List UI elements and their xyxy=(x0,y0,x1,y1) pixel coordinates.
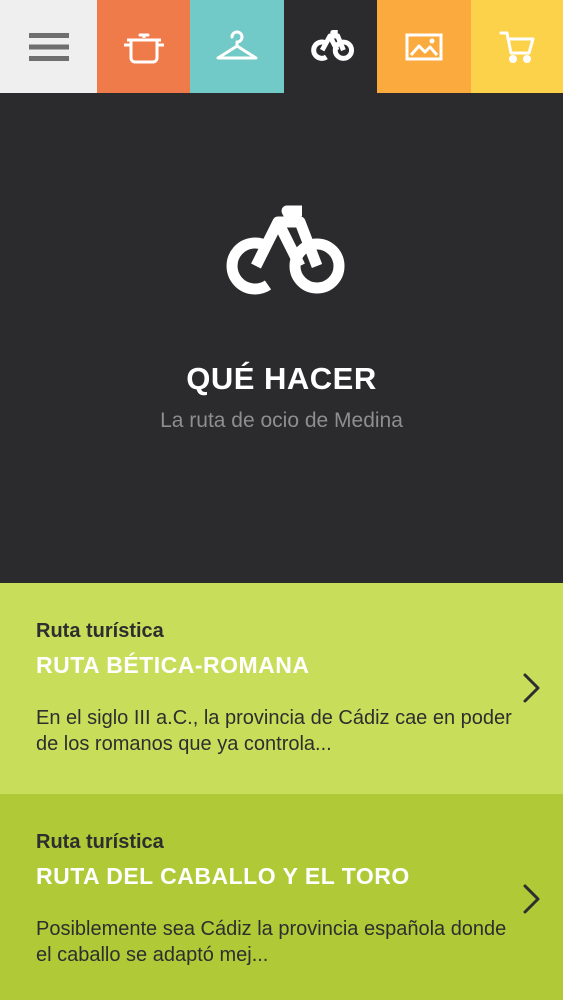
bicycle-icon xyxy=(226,205,345,295)
route-card-caballo-toro[interactable]: Ruta turística RUTA DEL CABALLO Y EL TOR… xyxy=(0,794,563,1000)
hero-section: QUÉ HACER La ruta de ocio de Medina xyxy=(0,93,563,583)
clothes-hanger-icon xyxy=(216,30,258,59)
tab-shop[interactable] xyxy=(471,0,563,93)
route-category: Ruta turística xyxy=(36,620,164,642)
shopping-cart-icon xyxy=(499,31,535,63)
chevron-right-icon xyxy=(523,884,540,914)
tab-gallery[interactable] xyxy=(377,0,471,93)
tab-leisure[interactable] xyxy=(284,0,377,93)
route-category: Ruta turística xyxy=(36,831,164,853)
page-subtitle: La ruta de ocio de Medina xyxy=(160,409,403,432)
hamburger-menu-icon xyxy=(28,32,69,61)
route-card-betica-romana[interactable]: Ruta turística RUTA BÉTICA-ROMANA En el … xyxy=(0,583,563,794)
bicycle-icon xyxy=(310,29,354,61)
route-title: RUTA BÉTICA-ROMANA xyxy=(36,652,310,678)
route-description: Posiblemente sea Cádiz la provincia espa… xyxy=(36,918,507,966)
tab-fashion[interactable] xyxy=(190,0,284,93)
picture-icon xyxy=(405,33,443,60)
chevron-right-icon xyxy=(523,673,540,703)
cooking-pot-icon xyxy=(123,33,164,63)
route-description: En el siglo III a.C., la provincia de Cá… xyxy=(36,707,512,755)
route-title: RUTA DEL CABALLO Y EL TORO xyxy=(36,863,410,889)
tab-food[interactable] xyxy=(97,0,190,93)
top-navigation-bar xyxy=(0,0,563,93)
page-title: QUÉ HACER xyxy=(186,361,377,396)
menu-button[interactable] xyxy=(0,0,97,93)
